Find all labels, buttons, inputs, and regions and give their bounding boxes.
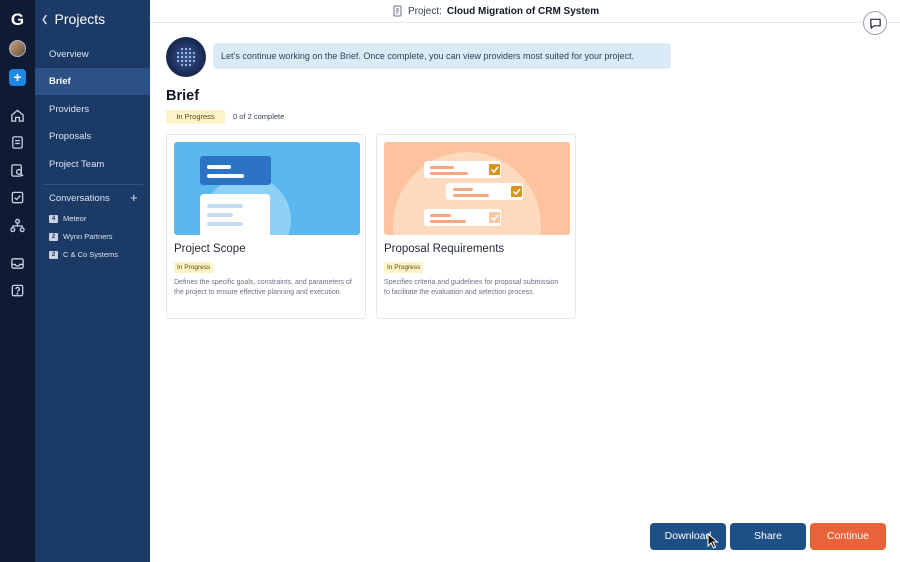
- project-scope-illustration: [174, 142, 360, 235]
- card-title[interactable]: Project Scope: [174, 243, 246, 255]
- conversation-name: Wynn Partners: [63, 232, 113, 241]
- conversation-count-badge: 4: [49, 214, 58, 223]
- sidebar-item-overview[interactable]: Overview: [35, 41, 150, 68]
- document-icon[interactable]: [10, 135, 25, 150]
- assistant-avatar: [166, 37, 206, 77]
- share-button[interactable]: Share: [730, 523, 806, 550]
- continue-button[interactable]: Continue: [810, 523, 886, 550]
- sidebar-title: Projects: [54, 11, 106, 27]
- sidebar-divider: [43, 184, 143, 185]
- sidebar-item-providers[interactable]: Providers: [35, 96, 150, 123]
- conversation-count-badge: 2: [49, 232, 58, 241]
- project-scope-card[interactable]: Project Scope In Progress Defines the sp…: [166, 134, 366, 319]
- chat-button[interactable]: [863, 11, 887, 35]
- proposal-requirements-illustration: [384, 142, 570, 235]
- chevron-left-icon[interactable]: ❮: [41, 14, 49, 25]
- chat-icon: [869, 18, 881, 29]
- sidebar-header[interactable]: ❮ Projects: [41, 11, 105, 27]
- icon-rail: G +: [0, 0, 35, 562]
- proposal-requirements-card[interactable]: Proposal Requirements In Progress Specif…: [376, 134, 576, 319]
- help-icon[interactable]: [10, 283, 25, 298]
- checklist-icon[interactable]: [10, 190, 25, 205]
- user-avatar[interactable]: [9, 40, 26, 57]
- conversation-item[interactable]: 4 Meteor: [49, 214, 86, 223]
- document-icon: [393, 5, 402, 17]
- page-title: Brief: [166, 88, 200, 104]
- status-badge: In Progress: [384, 262, 424, 273]
- card-description: Specifies criteria and guidelines for pr…: [384, 279, 559, 296]
- status-badge: In Progress: [174, 262, 214, 273]
- conversation-name: Meteor: [63, 214, 87, 223]
- org-chart-icon[interactable]: [10, 218, 25, 233]
- project-sidebar: ❮ Projects Overview Brief Providers Prop…: [35, 0, 150, 562]
- add-conversation-button[interactable]: +: [130, 191, 138, 205]
- conversation-count-badge: 2: [49, 250, 58, 259]
- conversation-item[interactable]: 2 C & Co Systems: [49, 250, 118, 259]
- sidebar-item-brief[interactable]: Brief: [35, 68, 150, 95]
- conversation-item[interactable]: 2 Wynn Partners: [49, 232, 113, 241]
- mouse-cursor-icon: [707, 533, 719, 549]
- status-badge: In Progress: [166, 110, 225, 124]
- app-logo[interactable]: G: [8, 10, 27, 30]
- progress-text: 0 of 2 complete: [233, 112, 285, 121]
- card-description: Defines the specific goals, constraints,…: [174, 279, 352, 296]
- create-new-button[interactable]: +: [9, 69, 26, 86]
- card-title[interactable]: Proposal Requirements: [384, 243, 504, 255]
- inbox-icon[interactable]: [10, 256, 25, 271]
- sidebar-item-project-team[interactable]: Project Team: [35, 151, 150, 178]
- project-title: Project: Cloud Migration of CRM System: [393, 5, 599, 17]
- sidebar-item-proposals[interactable]: Proposals: [35, 123, 150, 150]
- search-doc-icon[interactable]: [10, 163, 25, 178]
- page-header: Project: Cloud Migration of CRM System: [150, 0, 900, 23]
- assistant-message: Let’s continue working on the Brief. Onc…: [213, 43, 671, 69]
- conversation-name: C & Co Systems: [63, 250, 119, 259]
- project-name: Cloud Migration of CRM System: [446, 5, 600, 17]
- project-prefix: Project:: [408, 5, 442, 17]
- conversations-heading: Conversations: [49, 193, 110, 204]
- home-icon[interactable]: [10, 108, 25, 123]
